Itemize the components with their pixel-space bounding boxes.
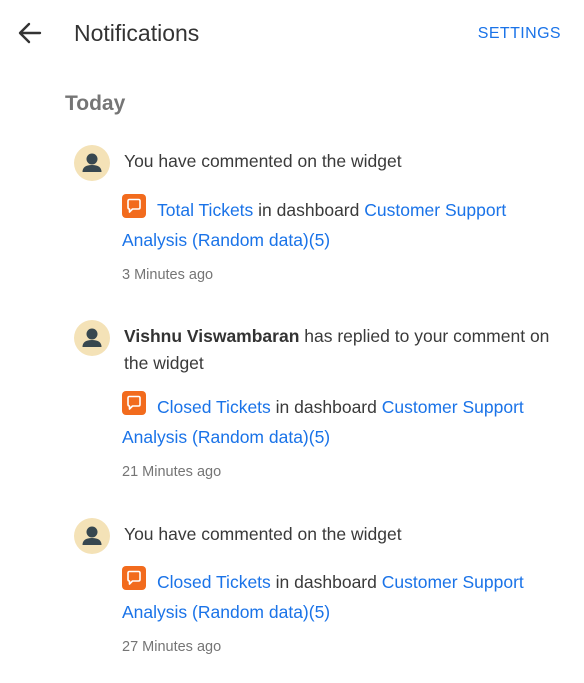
timestamp: 21 Minutes ago: [122, 464, 222, 480]
chat-bubble-icon: [122, 566, 146, 590]
chat-bubble-icon: [122, 391, 146, 415]
settings-button[interactable]: SETTINGS: [478, 24, 561, 44]
timestamp: 27 Minutes ago: [122, 639, 222, 655]
connector-text: in dashboard: [275, 397, 377, 417]
page-title: Notifications: [74, 20, 200, 46]
avatar: [74, 320, 110, 356]
section-title-today: Today: [65, 92, 126, 115]
back-arrow-icon[interactable]: [16, 19, 44, 47]
connector-text: in dashboard: [275, 572, 377, 592]
widget-link[interactable]: Closed Tickets: [157, 572, 271, 592]
notification-detail: Total Tickets in dashboard Customer Supp…: [122, 194, 567, 255]
avatar: [74, 518, 110, 554]
widget-link[interactable]: Total Tickets: [157, 200, 253, 220]
notification-message: You have commented on the widget: [124, 148, 564, 175]
chat-bubble-icon: [122, 194, 146, 218]
connector-text: in dashboard: [258, 200, 360, 220]
avatar: [74, 145, 110, 181]
notification-message: You have commented on the widget: [124, 521, 564, 548]
notification-text: You have commented on the widget: [124, 524, 402, 544]
user-name[interactable]: Vishnu Viswambaran: [124, 326, 299, 346]
notification-message: Vishnu Viswambaran has replied to your c…: [124, 323, 564, 377]
widget-link[interactable]: Closed Tickets: [157, 397, 271, 417]
notification-detail: Closed Tickets in dashboard Customer Sup…: [122, 391, 567, 452]
notification-text: You have commented on the widget: [124, 151, 402, 171]
header: Notifications SETTINGS: [0, 0, 584, 66]
timestamp: 3 Minutes ago: [122, 267, 214, 283]
notification-detail: Closed Tickets in dashboard Customer Sup…: [122, 566, 567, 627]
